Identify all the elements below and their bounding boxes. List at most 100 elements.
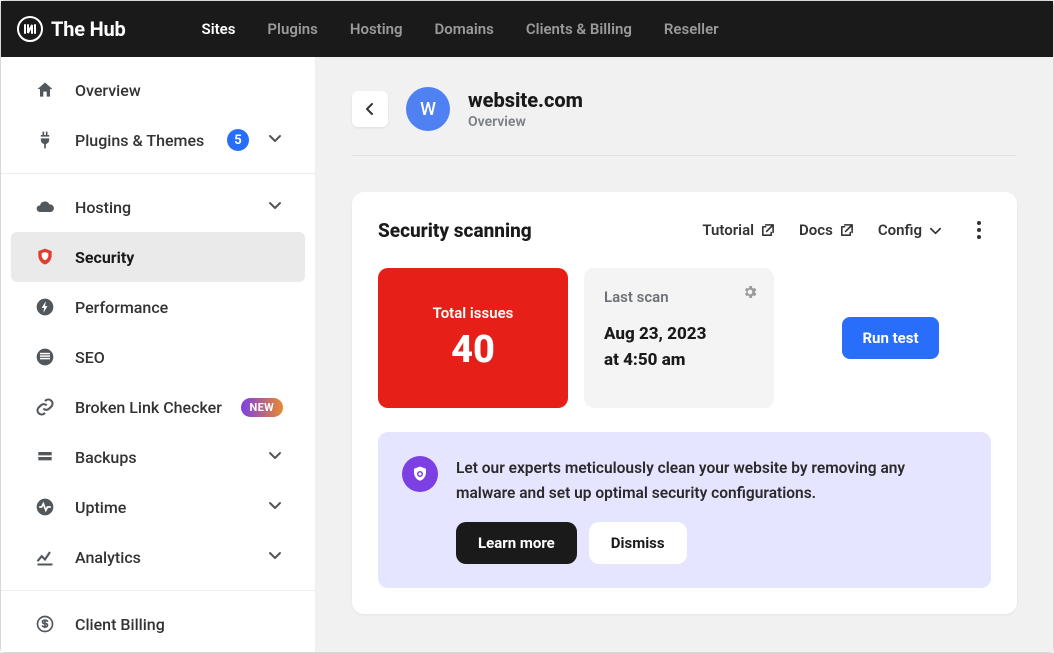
topnav-item-reseller[interactable]: Reseller — [664, 20, 719, 38]
link-label: Tutorial — [702, 221, 754, 239]
sidebar-item-label: SEO — [75, 348, 283, 367]
chevron-down-icon — [267, 130, 283, 146]
chevron-down-icon — [267, 547, 283, 563]
sidebar-item-performance[interactable]: Performance — [11, 282, 305, 332]
expert-help-notice: Let our experts meticulously clean your … — [378, 432, 991, 588]
cloud-icon — [33, 195, 57, 219]
chevron-down-icon — [267, 447, 283, 463]
last-scan-tile: Last scan Aug 23, 2023 at 4:50 am — [584, 268, 774, 408]
sidebar-item-seo[interactable]: SEO — [11, 332, 305, 382]
chevron-down-icon — [267, 497, 283, 513]
sidebar-item-label: Client Billing — [75, 615, 283, 634]
total-issues-tile[interactable]: Total issues 40 — [378, 268, 568, 408]
topnav-item-plugins[interactable]: Plugins — [267, 20, 317, 38]
topnav-item-hosting[interactable]: Hosting — [350, 20, 403, 38]
page-breadcrumb: Overview — [468, 114, 583, 130]
top-bar: The Hub Sites Plugins Hosting Domains Client… — [1, 1, 1053, 57]
expand-toggle[interactable] — [267, 547, 283, 567]
kebab-icon — [977, 221, 981, 239]
plug-icon — [33, 128, 57, 152]
notice-text: Let our experts meticulously clean your … — [456, 456, 967, 506]
stat-row: Total issues 40 Last scan Aug 23, 2023 a… — [378, 268, 991, 408]
run-test-tile: Run test — [790, 268, 991, 408]
sidebar-item-client-billing[interactable]: Client Billing — [11, 599, 305, 649]
brand-name: The Hub — [51, 17, 126, 41]
config-dropdown[interactable]: Config — [878, 221, 943, 239]
sidebar-item-label: Plugins & Themes — [75, 131, 209, 150]
sidebar-item-overview[interactable]: Overview — [11, 65, 305, 115]
card-title: Security scanning — [378, 219, 678, 242]
external-link-icon — [839, 223, 854, 238]
sidebar-item-label: Backups — [75, 448, 249, 467]
topnav-item-domains[interactable]: Domains — [435, 20, 494, 38]
main-area: W website.com Overview Security scanning… — [316, 57, 1053, 652]
sidebar-item-backups[interactable]: Backups — [11, 432, 305, 482]
sidebar-item-hosting[interactable]: Hosting — [11, 182, 305, 232]
sidebar-section: Hosting Security Performance SEO Broken Link… — [1, 174, 315, 591]
bars-icon — [33, 345, 57, 369]
site-avatar: W — [406, 87, 450, 131]
brand[interactable]: The Hub — [17, 16, 126, 42]
sidebar-section: Overview Plugins & Themes 5 — [1, 57, 315, 174]
site-avatar-initial: W — [420, 99, 436, 120]
run-test-button[interactable]: Run test — [842, 317, 938, 359]
shield-icon — [33, 245, 57, 269]
docs-link[interactable]: Docs — [799, 221, 854, 239]
sidebar-item-label: Analytics — [75, 548, 249, 567]
sidebar-item-uptime[interactable]: Uptime — [11, 482, 305, 532]
link-label: Docs — [799, 221, 833, 239]
sidebar-item-label: Hosting — [75, 198, 249, 217]
page-header: W website.com Overview — [352, 57, 1017, 156]
chevron-down-icon — [267, 197, 283, 213]
tile-label: Last scan — [604, 288, 754, 306]
gear-icon — [742, 284, 758, 300]
brand-logo-icon — [17, 16, 43, 42]
new-badge: NEW — [241, 398, 283, 417]
back-button[interactable] — [352, 91, 388, 127]
last-scan-time: at 4:50 am — [604, 350, 754, 370]
link-label: Config — [878, 221, 922, 239]
sidebar-item-analytics[interactable]: Analytics — [11, 532, 305, 582]
external-link-icon — [760, 223, 775, 238]
notice-actions: Learn more Dismiss — [456, 522, 967, 564]
sidebar-item-label: Performance — [75, 298, 283, 317]
sidebar-item-security[interactable]: Security — [11, 232, 305, 282]
card-header: Security scanning Tutorial Docs Config — [378, 218, 991, 242]
sidebar-section: Client Billing — [1, 591, 315, 652]
sidebar: Overview Plugins & Themes 5 Hosting Securit… — [1, 57, 316, 652]
bolt-icon — [33, 295, 57, 319]
shield-icon — [411, 465, 429, 483]
expand-toggle[interactable] — [267, 130, 283, 150]
heartbeat-icon — [33, 495, 57, 519]
topnav-item-clients-billing[interactable]: Clients & Billing — [526, 20, 632, 38]
sidebar-item-label: Uptime — [75, 498, 249, 517]
tutorial-link[interactable]: Tutorial — [702, 221, 775, 239]
page-title: website.com — [468, 88, 583, 112]
expand-toggle[interactable] — [267, 447, 283, 467]
expand-toggle[interactable] — [267, 197, 283, 217]
topnav-item-sites[interactable]: Sites — [202, 20, 236, 38]
sidebar-item-label: Security — [75, 248, 283, 267]
learn-more-button[interactable]: Learn more — [456, 522, 577, 564]
sidebar-item-label: Broken Link Checker — [75, 398, 223, 417]
security-scanning-card: Security scanning Tutorial Docs Config — [352, 192, 1017, 614]
chevron-left-icon — [365, 102, 375, 116]
tile-value: 40 — [451, 328, 495, 372]
dismiss-button[interactable]: Dismiss — [589, 522, 687, 564]
shield-badge-icon — [402, 456, 438, 492]
sidebar-item-label: Overview — [75, 81, 283, 100]
sidebar-item-plugins-themes[interactable]: Plugins & Themes 5 — [11, 115, 305, 165]
count-badge: 5 — [227, 129, 249, 151]
sidebar-item-broken-link[interactable]: Broken Link Checker NEW — [11, 382, 305, 432]
last-scan-date: Aug 23, 2023 — [604, 324, 754, 344]
link-icon — [33, 395, 57, 419]
last-scan-settings-button[interactable] — [742, 284, 758, 304]
expand-toggle[interactable] — [267, 497, 283, 517]
stack-icon — [33, 445, 57, 469]
home-icon — [33, 78, 57, 102]
chart-icon — [33, 545, 57, 569]
more-menu-button[interactable] — [967, 218, 991, 242]
top-nav: Sites Plugins Hosting Domains Clients & Bill… — [202, 20, 719, 38]
tile-label: Total issues — [433, 304, 514, 322]
chevron-down-icon — [928, 223, 943, 238]
